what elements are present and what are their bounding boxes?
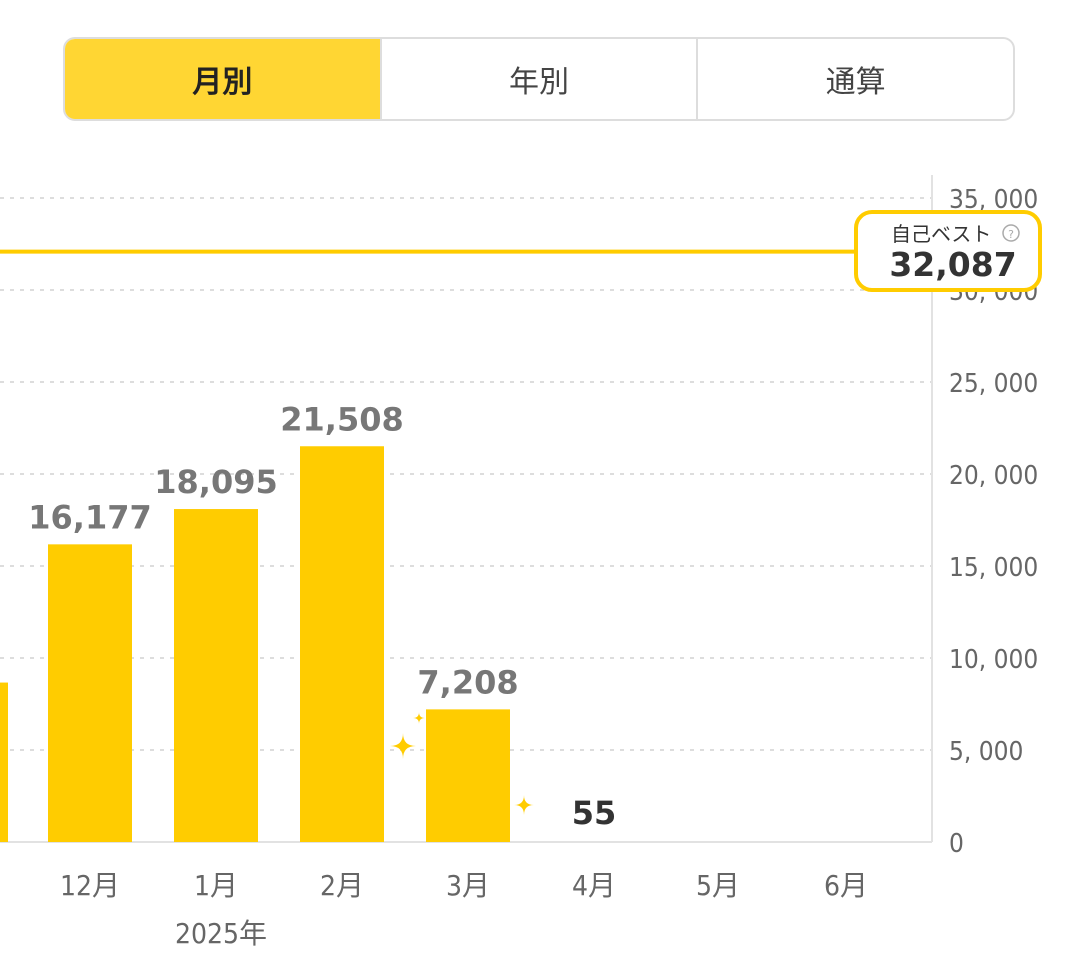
bar-value-label: 16,177 xyxy=(28,498,151,536)
personal-best-label: 自己ベスト xyxy=(891,222,991,246)
question-mark-glyph: ? xyxy=(1008,228,1014,241)
bar xyxy=(300,446,384,842)
x-tick-label: 4月 xyxy=(572,869,616,902)
bar-value-label: 7,208 xyxy=(417,663,518,701)
y-tick-label: 25, 000 xyxy=(949,369,1038,399)
x-tick-label: 12月 xyxy=(60,869,120,902)
y-tick-label: 5, 000 xyxy=(949,737,1023,767)
y-tick-label: 10, 000 xyxy=(949,645,1038,675)
period-segmented-control: 月別 年別 通算 xyxy=(63,37,1015,121)
bar xyxy=(48,544,132,842)
y-tick-label: 0 xyxy=(949,829,964,859)
bar xyxy=(0,682,8,842)
tab-monthly[interactable]: 月別 xyxy=(65,39,380,119)
bar xyxy=(174,509,258,842)
y-tick-label: 20, 000 xyxy=(949,461,1038,491)
tab-total[interactable]: 通算 xyxy=(696,39,1013,119)
sparkle-icon xyxy=(413,712,425,724)
bar-value-label: 21,508 xyxy=(280,400,403,438)
bar-value-label: 55 xyxy=(572,794,617,832)
monthly-stats-page: 月別 年別 通算 0 5, 000 10, 000 15, 000 20, 000 25,… xyxy=(0,0,1080,975)
monthly-bar-chart: 05, 00010, 00015, 00020, 00025, 00030, 0… xyxy=(0,175,1042,950)
tab-yearly[interactable]: 年別 xyxy=(379,39,697,119)
sparkle-icon xyxy=(390,733,416,759)
x-tick-label: 2月 xyxy=(320,869,364,902)
x-tick-label: 3月 xyxy=(446,869,490,902)
sparkle-icon xyxy=(514,795,534,815)
x-tick-label: 6月 xyxy=(824,869,868,902)
bar-value-label: 18,095 xyxy=(154,463,277,501)
y-tick-label: 15, 000 xyxy=(949,553,1038,583)
personal-best-value: 32,087 xyxy=(889,245,1016,284)
x-tick-label: 1月 xyxy=(194,869,238,902)
x-year-label: 2025年 xyxy=(175,917,267,950)
x-tick-label: 5月 xyxy=(696,869,740,902)
